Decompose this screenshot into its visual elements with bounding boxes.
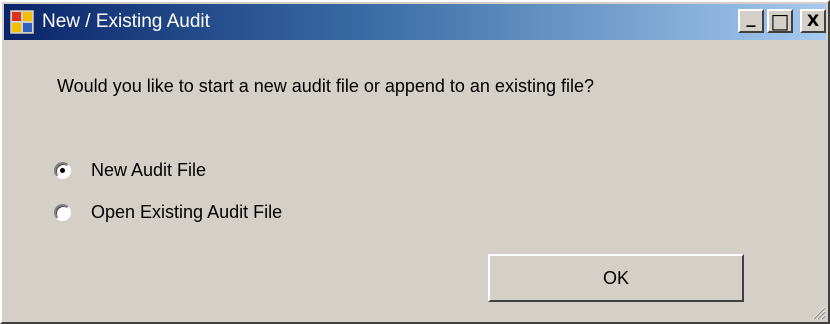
resize-grip-icon[interactable] <box>810 304 826 320</box>
title-bar[interactable]: New / Existing Audit _ □ X <box>4 4 826 40</box>
application-window-icon <box>10 10 34 34</box>
close-button[interactable]: X <box>800 9 826 33</box>
radio-label-open-existing-audit-file[interactable]: Open Existing Audit File <box>91 202 282 223</box>
minimize-button[interactable]: _ <box>738 9 764 33</box>
radio-open-existing-audit-file[interactable]: Open Existing Audit File <box>54 199 282 225</box>
radio-selected-dot <box>60 167 65 173</box>
radio-button-unselected[interactable] <box>54 203 71 221</box>
window-title: New / Existing Audit <box>42 11 210 32</box>
maximize-button[interactable]: □ <box>767 9 793 33</box>
ok-button[interactable]: OK <box>488 254 744 302</box>
maximize-icon: □ <box>770 9 790 33</box>
radio-label-new-audit-file[interactable]: New Audit File <box>91 160 206 181</box>
radio-button-selected[interactable] <box>54 161 71 179</box>
prompt-text: Would you like to start a new audit file… <box>57 76 594 96</box>
audit-dialog-window: New / Existing Audit _ □ X Would you lik… <box>0 0 830 324</box>
radio-new-audit-file[interactable]: New Audit File <box>54 157 206 183</box>
close-icon: X <box>806 11 820 30</box>
minimize-icon: _ <box>746 7 756 28</box>
